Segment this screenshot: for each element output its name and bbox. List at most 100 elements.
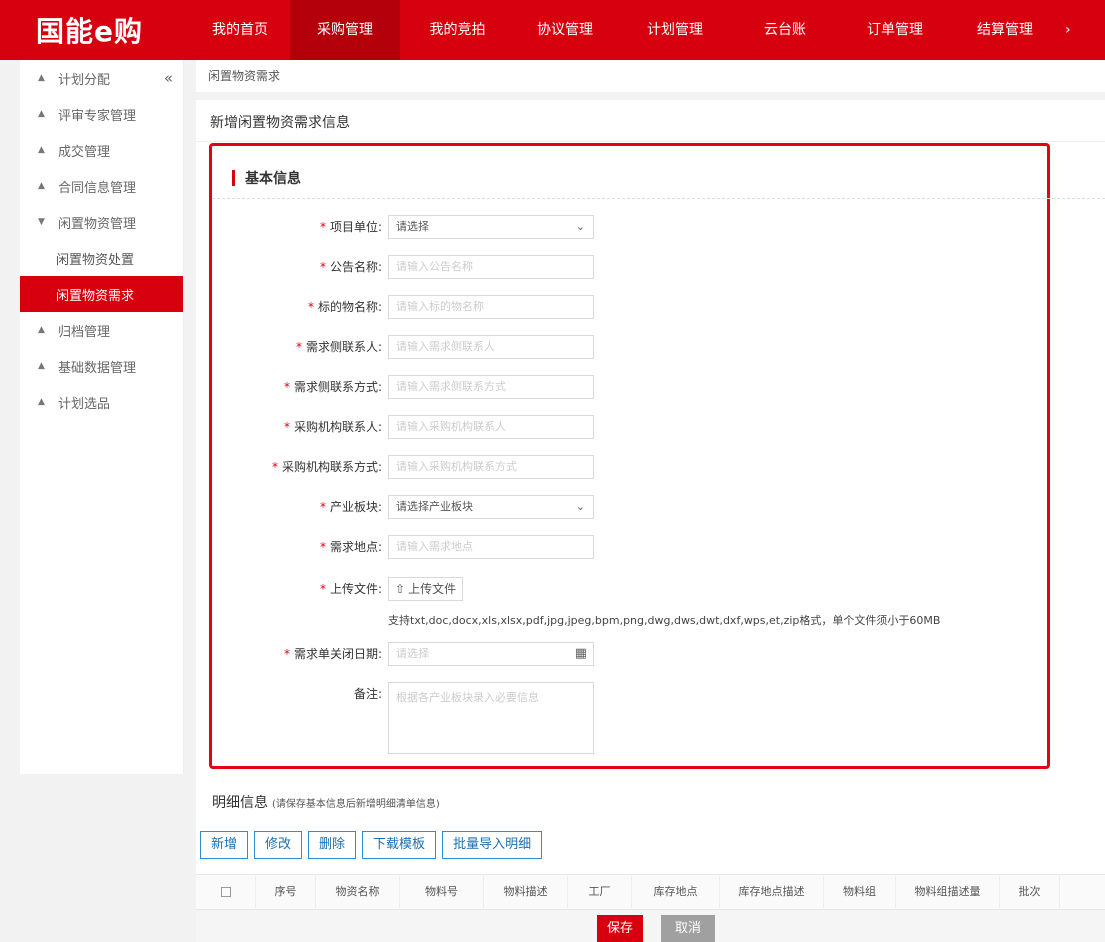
form-row-close-date: * 需求单关闭日期: 请选择 ▦ — [212, 642, 912, 666]
sidebar-item-expert-review[interactable]: ▲ 评审专家管理 — [20, 96, 183, 132]
sidebar-item-idle-demand[interactable]: 闲置物资需求 — [20, 276, 183, 312]
sidebar-item-label: 闲置物资管理 — [58, 216, 137, 232]
edit-button[interactable]: 修改 — [254, 831, 303, 859]
field-label: 公告名称: — [329, 260, 382, 274]
column-header[interactable]: 工厂 — [568, 874, 632, 910]
main-nav: 我的首页 采购管理 我的竞拍 协议管理 计划管理 云台账 订单管理 结算管理 — [190, 0, 1055, 60]
nav-item-procurement[interactable]: 采购管理 — [290, 0, 400, 60]
project-unit-select[interactable]: 请选择 ⌄ — [388, 215, 594, 239]
section-title: 基本信息 — [245, 171, 301, 187]
caret-up-icon: ▲ — [38, 361, 45, 371]
column-header[interactable]: 物料组 — [824, 874, 896, 910]
close-date-picker[interactable]: 请选择 ▦ — [388, 642, 594, 666]
sidebar-item-deal[interactable]: ▲ 成交管理 — [20, 132, 183, 168]
chevron-down-icon: ⌄ — [575, 500, 585, 513]
detail-toolbar: 新增 修改 删除 下载模板 批量导入明细 — [200, 831, 543, 859]
nav-item-auction[interactable]: 我的竞拍 — [400, 0, 515, 60]
sidebar-item-idle-materials[interactable]: ▼ 闲置物资管理 — [20, 204, 183, 240]
batch-import-button[interactable]: 批量导入明细 — [442, 831, 543, 859]
sidebar-item-label: 计划选品 — [58, 396, 111, 412]
layout-gutter — [196, 92, 1105, 100]
cancel-button[interactable]: 取消 — [661, 915, 715, 942]
column-header[interactable]: 物料组描述量 — [896, 874, 1000, 910]
demand-phone-input[interactable]: 请输入需求侧联系方式 — [388, 375, 594, 399]
upload-button[interactable]: ⇧ 上传文件 — [388, 577, 464, 601]
field-label: 需求侧联系人: — [305, 340, 382, 354]
caret-up-icon: ▲ — [38, 73, 45, 83]
caret-up-icon: ▲ — [38, 145, 45, 155]
sidebar-item-label: 基础数据管理 — [58, 360, 137, 376]
detail-note: (请保存基本信息后新增明细清单信息) — [272, 799, 440, 810]
required-star: * — [307, 300, 314, 314]
nav-item-cloud-ledger[interactable]: 云台账 — [735, 0, 835, 60]
column-header[interactable]: 物资名称 — [316, 874, 400, 910]
sidebar-item-idle-disposal[interactable]: 闲置物资处置 — [20, 240, 183, 276]
divider — [212, 198, 1105, 199]
form-row-project-unit: * 项目单位: 请选择 ⌄ — [212, 215, 912, 239]
field-label: 备注: — [353, 687, 382, 701]
section-accent-bar — [232, 170, 235, 186]
sidebar-item-basic-data[interactable]: ▲ 基础数据管理 — [20, 348, 183, 384]
upload-icon: ⇧ — [395, 582, 406, 596]
required-star: * — [283, 647, 290, 661]
required-star: * — [319, 582, 326, 596]
column-header[interactable]: 库存地点 — [632, 874, 720, 910]
caret-down-icon: ▼ — [38, 217, 45, 227]
notice-name-input[interactable]: 请输入公告名称 — [388, 255, 594, 279]
required-star: * — [295, 340, 302, 354]
chevron-down-icon: ⌄ — [575, 220, 585, 233]
app-logo[interactable]: 国能e购 — [0, 0, 190, 60]
page-title: 新增闲置物资需求信息 — [196, 100, 1105, 142]
form-row-buyer-contact: * 采购机构联系人: 请输入采购机构联系人 — [212, 415, 912, 439]
column-header[interactable]: 批次 — [1000, 874, 1060, 910]
caret-up-icon: ▲ — [38, 325, 45, 335]
nav-item-agreement[interactable]: 协议管理 — [515, 0, 615, 60]
sidebar-item-label: 成交管理 — [58, 144, 111, 160]
detail-section-title: 明细信息 (请保存基本信息后新增明细清单信息) — [212, 795, 440, 811]
double-chevron-left-icon[interactable]: « — [164, 69, 173, 87]
download-template-button[interactable]: 下载模板 — [362, 831, 437, 859]
sidebar-item-archive[interactable]: ▲ 归档管理 — [20, 312, 183, 348]
column-header[interactable]: 物料描述 — [484, 874, 568, 910]
column-header[interactable]: 序号 — [256, 874, 316, 910]
remark-textarea[interactable]: 根据各产业板块录入必要信息 — [388, 682, 594, 754]
layout-gutter — [0, 774, 196, 942]
field-label: 项目单位: — [329, 220, 382, 234]
chevron-right-icon[interactable]: › — [1065, 0, 1071, 60]
nav-item-plan[interactable]: 计划管理 — [615, 0, 735, 60]
sidebar-item-contract[interactable]: ▲ 合同信息管理 — [20, 168, 183, 204]
sidebar: ▲ 计划分配 « ▲ 评审专家管理 ▲ 成交管理 ▲ 合同信息管理 ▼ 闲置物资… — [20, 60, 184, 774]
nav-item-home[interactable]: 我的首页 — [190, 0, 290, 60]
sidebar-item-label: 归档管理 — [58, 324, 111, 340]
footer-bar — [196, 910, 1105, 942]
required-star: * — [283, 420, 290, 434]
column-header[interactable]: 物料号 — [400, 874, 484, 910]
nav-item-orders[interactable]: 订单管理 — [835, 0, 955, 60]
form-row-notice-name: * 公告名称: 请输入公告名称 — [212, 255, 912, 279]
column-header[interactable]: 库存地点描述 — [720, 874, 824, 910]
upload-hint: 支持txt,doc,docx,xls,xlsx,pdf,jpg,jpeg,bpm… — [388, 614, 941, 627]
delete-button[interactable]: 删除 — [308, 831, 357, 859]
calendar-icon: ▦ — [574, 646, 587, 661]
required-star: * — [283, 380, 290, 394]
subject-name-input[interactable]: 请输入标的物名称 — [388, 295, 594, 319]
breadcrumb: 闲置物资需求 — [196, 60, 1105, 92]
nav-item-settlement[interactable]: 结算管理 — [955, 0, 1055, 60]
sidebar-item-plan-selection[interactable]: ▲ 计划选品 — [20, 384, 183, 420]
select-all-checkbox[interactable] — [220, 887, 231, 897]
form-row-buyer-phone: * 采购机构联系方式: 请输入采购机构联系方式 — [212, 455, 912, 479]
location-input[interactable]: 请输入需求地点 — [388, 535, 594, 559]
required-star: * — [319, 540, 326, 554]
required-star: * — [271, 460, 278, 474]
industry-select[interactable]: 请选择产业板块 ⌄ — [388, 495, 594, 519]
field-label: 标的物名称: — [317, 300, 382, 314]
add-button[interactable]: 新增 — [200, 831, 249, 859]
sidebar-item-label: 合同信息管理 — [58, 180, 137, 196]
buyer-phone-input[interactable]: 请输入采购机构联系方式 — [388, 455, 594, 479]
form-row-subject-name: * 标的物名称: 请输入标的物名称 — [212, 295, 912, 319]
save-button[interactable]: 保存 — [597, 915, 643, 942]
buyer-contact-input[interactable]: 请输入采购机构联系人 — [388, 415, 594, 439]
sidebar-item-plan-allocation[interactable]: ▲ 计划分配 « — [20, 60, 183, 96]
demand-contact-input[interactable]: 请输入需求侧联系人 — [388, 335, 594, 359]
form-row-remark: 备注: 根据各产业板块录入必要信息 — [212, 682, 912, 754]
